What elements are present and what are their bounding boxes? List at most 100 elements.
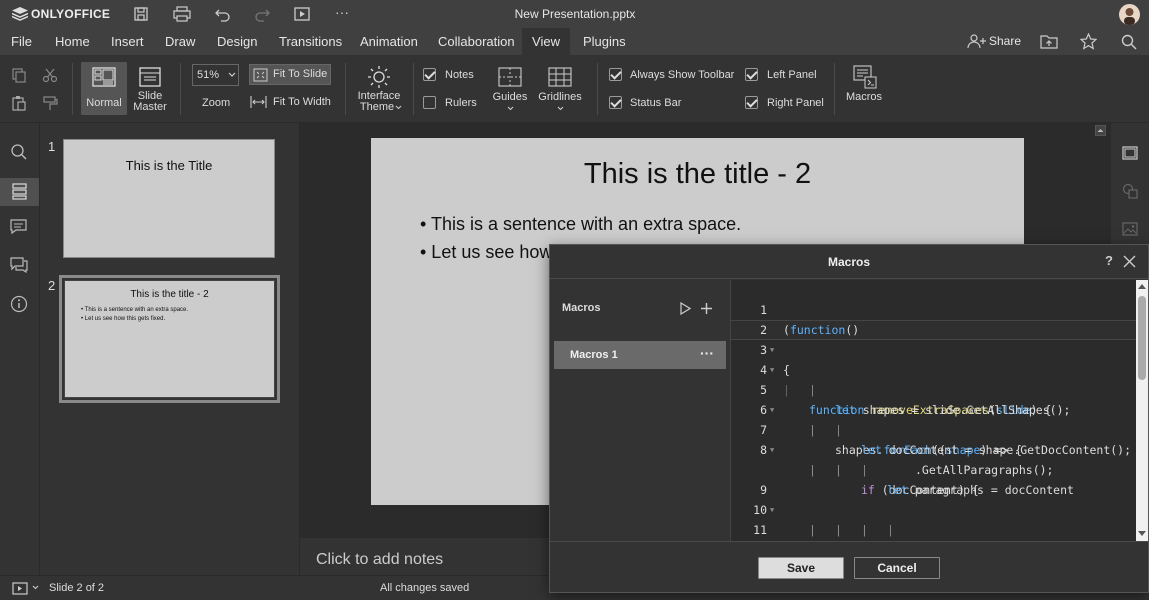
menu-transitions[interactable]: Transitions <box>279 28 342 55</box>
menu-file[interactable]: File <box>11 28 32 55</box>
start-slideshow-icon[interactable] <box>293 6 311 22</box>
menu-design[interactable]: Design <box>217 28 257 55</box>
redo-icon[interactable] <box>253 6 271 22</box>
slide-thumbnail-title: This is the title - 2 <box>130 289 209 300</box>
undo-icon[interactable] <box>214 6 232 22</box>
normal-view-button[interactable]: Normal <box>81 62 127 115</box>
chevron-down-icon <box>228 69 236 79</box>
favorite-star-icon[interactable] <box>1080 33 1097 50</box>
left-rail <box>0 123 40 575</box>
image-settings-icon[interactable] <box>1122 221 1138 237</box>
paste-icon[interactable] <box>11 95 27 111</box>
code-line-wrap: .GetAllParagraphs(); <box>915 463 1054 477</box>
zoom-select[interactable]: 51% <box>192 64 239 86</box>
add-macro-icon[interactable] <box>700 302 713 315</box>
macro-code-editor[interactable]: 1 (function() 2 ▼ { 3 ▼ | function remov… <box>730 280 1148 541</box>
run-macro-icon[interactable] <box>679 302 691 315</box>
right-panel-checkbox[interactable] <box>745 96 758 109</box>
zoom-value: 51% <box>197 69 220 81</box>
macros-label: Macros <box>845 91 883 103</box>
shape-settings-icon[interactable] <box>1122 183 1138 199</box>
menu-insert[interactable]: Insert <box>111 28 144 55</box>
scroll-thumb[interactable] <box>1138 296 1146 380</box>
cut-icon[interactable] <box>42 67 58 83</box>
slides-panel-tab[interactable] <box>0 178 39 206</box>
scroll-down-arrow[interactable] <box>1138 531 1146 537</box>
slides-icon <box>11 183 28 200</box>
scroll-up-arrow[interactable] <box>1095 125 1106 136</box>
menu-home[interactable]: Home <box>55 28 90 55</box>
code-line: 5 ▼ | shapes.forEach((shape) => { <box>731 360 1022 457</box>
macro-item-menu-icon[interactable]: ··· <box>700 345 714 361</box>
search-icon[interactable] <box>1121 34 1137 50</box>
slide-number: 2 <box>48 278 56 293</box>
share-button[interactable]: Share <box>989 28 1021 55</box>
fit-to-width-button[interactable]: Fit To Width <box>273 96 331 108</box>
info-icon[interactable] <box>10 295 30 315</box>
menu-plugins[interactable]: Plugins <box>583 28 626 55</box>
always-show-toolbar-checkbox[interactable] <box>609 68 622 81</box>
help-button[interactable]: ? <box>1105 253 1113 268</box>
interface-theme-button[interactable]: Interface Theme <box>352 62 406 118</box>
chevron-down-icon <box>507 105 514 112</box>
open-location-icon[interactable] <box>1040 34 1058 49</box>
slide-bullet-2[interactable]: • Let us see how <box>420 242 552 263</box>
slide-bullet-1[interactable]: • This is a sentence with an extra space… <box>420 214 741 235</box>
normal-view-label: Normal <box>86 97 122 109</box>
dialog-title: Macros <box>827 255 871 269</box>
slide-title-textbox[interactable]: This is the title - 2 <box>371 158 1024 191</box>
fit-to-width-icon[interactable] <box>250 95 267 109</box>
more-icon[interactable]: ··· <box>335 4 349 20</box>
macros-dialog: Macros ? Macros Macros 1 ··· 1 (function… <box>549 244 1149 593</box>
status-bar-checkbox[interactable] <box>609 96 622 109</box>
slideshow-icon[interactable] <box>12 582 28 595</box>
left-panel-label: Left Panel <box>767 69 817 81</box>
close-icon[interactable] <box>1123 255 1136 268</box>
menu-draw[interactable]: Draw <box>165 28 195 55</box>
left-panel-checkbox[interactable] <box>745 68 758 81</box>
slide-thumbnail-1[interactable]: This is the Title <box>63 139 275 258</box>
cancel-button[interactable]: Cancel <box>854 557 940 579</box>
chevron-down-icon <box>557 105 564 112</box>
menu-animation[interactable]: Animation <box>360 28 418 55</box>
rulers-checkbox[interactable] <box>423 96 436 109</box>
macro-list-item[interactable]: Macros 1 ··· <box>554 341 726 369</box>
menu-bar: File Home Insert Draw Design Transitions… <box>0 28 1149 55</box>
code-line: 1 (function() <box>731 280 859 337</box>
macros-list-header: Macros <box>562 302 601 314</box>
print-icon[interactable] <box>173 6 191 22</box>
menu-collaboration[interactable]: Collaboration <box>438 28 515 55</box>
chat-icon[interactable] <box>10 257 30 277</box>
slide-settings-icon[interactable] <box>1122 145 1138 161</box>
macros-button[interactable]: Macros <box>842 62 886 112</box>
normal-view-icon <box>92 67 116 87</box>
document-title: New Presentation.pptx <box>514 7 636 21</box>
code-line: 12 ||||| let textWithoutWhitespace = <box>731 520 786 540</box>
chevron-down-icon[interactable] <box>32 584 39 591</box>
save-icon[interactable] <box>133 6 149 22</box>
slide-thumbnail-bullet: • This is a sentence with an extra space… <box>81 307 189 313</box>
slide-master-button[interactable]: Slide Master <box>130 62 170 117</box>
gridlines-label: Gridlines <box>538 91 582 103</box>
copy-icon[interactable] <box>11 67 27 83</box>
gridlines-button[interactable]: Gridlines <box>535 62 585 118</box>
rulers-label: Rulers <box>445 97 477 109</box>
code-line: 6 | | let docContent = shape.GetDocConten… <box>731 380 1131 457</box>
chevron-down-icon <box>395 104 402 111</box>
save-button[interactable]: Save <box>758 557 844 579</box>
menu-view[interactable]: View <box>522 28 570 55</box>
fit-to-slide-button[interactable]: Fit To Slide <box>249 64 331 85</box>
user-avatar[interactable] <box>1119 4 1140 25</box>
notes-checkbox[interactable] <box>423 68 436 81</box>
notes-placeholder[interactable]: Click to add notes <box>316 551 443 569</box>
share-icon[interactable] <box>967 34 987 49</box>
scroll-up-arrow[interactable] <box>1138 283 1146 289</box>
search-icon[interactable] <box>10 143 30 163</box>
slide-thumbnail-2[interactable]: This is the title - 2 • This is a senten… <box>59 275 280 403</box>
code-editor-scrollbar[interactable] <box>1136 280 1148 541</box>
code-line: 2 ▼ { <box>731 300 790 377</box>
comments-icon[interactable] <box>10 219 30 239</box>
format-painter-icon[interactable] <box>42 95 58 111</box>
guides-button[interactable]: Guides <box>490 62 530 118</box>
code-lines: 1 (function() 2 ▼ { 3 ▼ | function remov… <box>731 280 1136 541</box>
